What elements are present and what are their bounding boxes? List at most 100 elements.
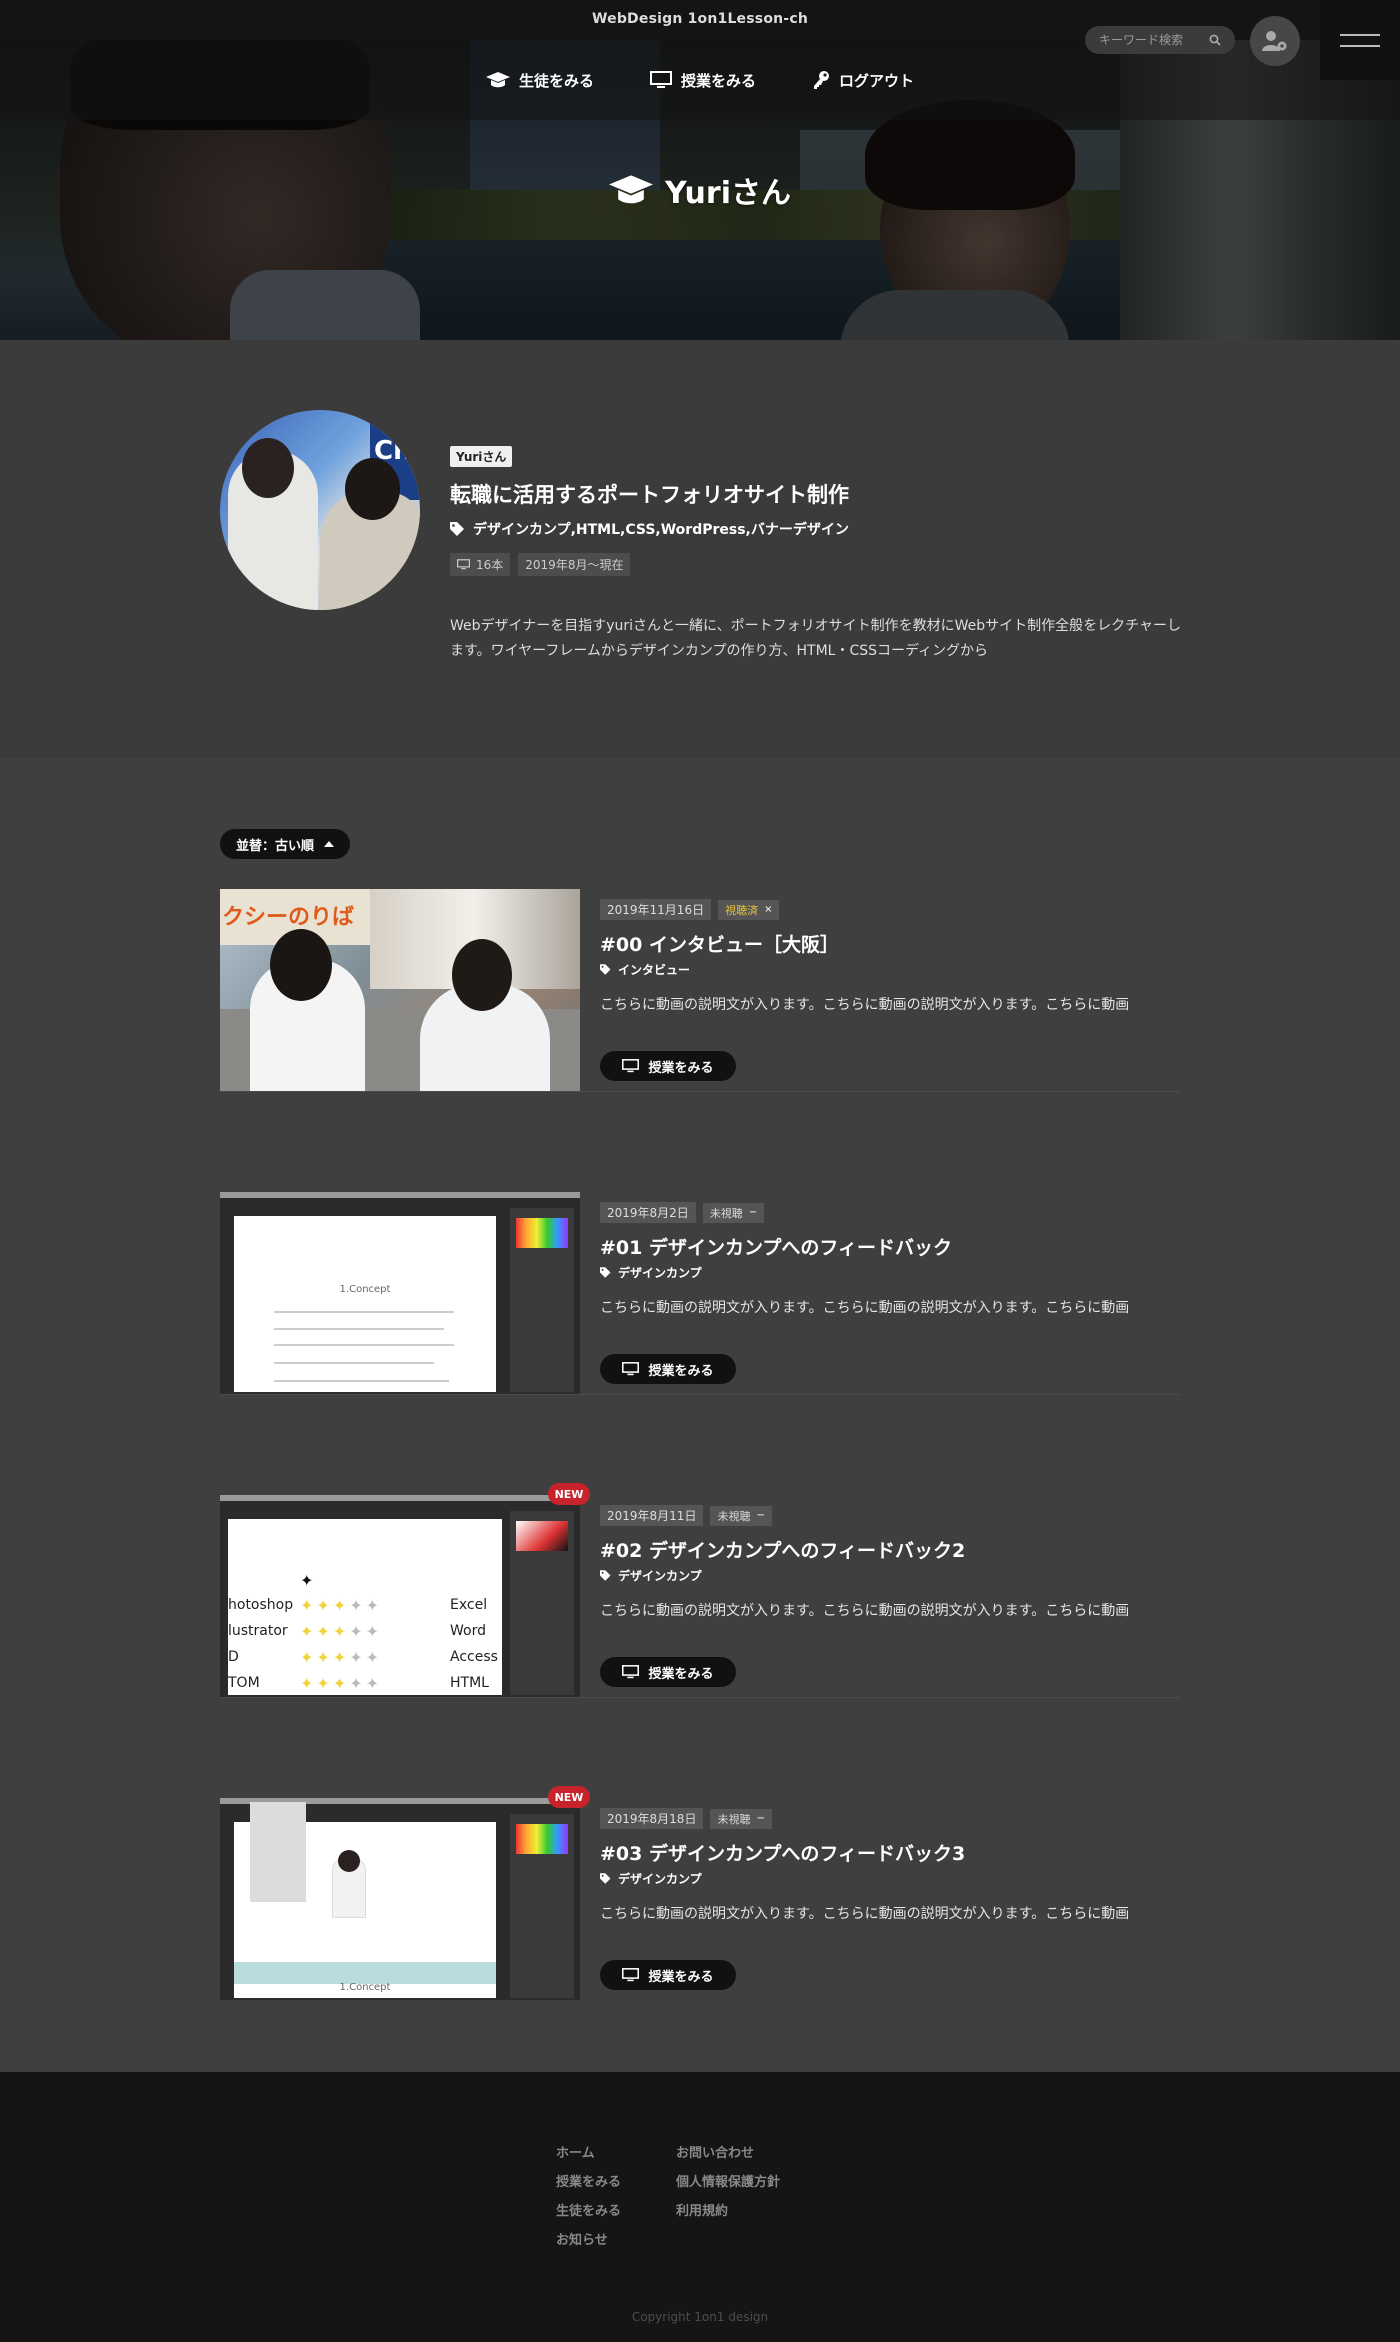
lesson-tag-text: デザインカンプ: [618, 1872, 702, 1886]
lesson-item: クシーのりば 2019年11月16日 視聴済 × #00 インタビュー［大阪］ …: [220, 889, 1180, 1092]
nav-lessons-label: 授業をみる: [680, 71, 756, 90]
lesson-info: 2019年8月18日 未視聴 − #03 デザインカンプへのフィードバック3 デ…: [600, 1808, 1190, 1923]
thumb-portrait-head: [338, 1850, 360, 1872]
skill-label: D: [228, 1649, 239, 1665]
lesson-meta: 2019年8月11日 未視聴 −: [600, 1505, 1190, 1526]
key-icon: [814, 71, 829, 89]
lesson-thumbnail[interactable]: 1.Concept: [220, 1798, 580, 2000]
search-box[interactable]: [1085, 26, 1235, 54]
sparkle-icon: ✦: [300, 1571, 317, 1590]
footer-nav-secondary: お問い合わせ 個人情報保護方針 利用規約: [676, 2142, 780, 2219]
thumb-text-line: [274, 1311, 454, 1313]
lesson-info: 2019年11月16日 視聴済 × #00 インタビュー［大阪］ インタビュー …: [600, 899, 1190, 1014]
footer-link-lessons[interactable]: 授業をみる: [556, 2171, 621, 2190]
lesson-tag-text: デザインカンプ: [618, 1569, 702, 1583]
tag-icon: [600, 1873, 611, 1884]
view-lesson-label: 授業をみる: [648, 1060, 714, 1076]
lesson-count-chip: 16本: [450, 553, 511, 576]
thumb-dropdown-menu: [250, 1802, 306, 1902]
status-label: 視聴済: [725, 903, 759, 917]
lesson-description: こちらに動画の説明文が入ります。こちらに動画の説明文が入ります。こちらに動画: [600, 1603, 1130, 1619]
lesson-meta: 2019年8月2日 未視聴 −: [600, 1202, 1190, 1223]
nav-lessons[interactable]: 授業をみる: [649, 70, 756, 91]
skill-label: hotoshop: [228, 1597, 294, 1613]
view-lesson-button[interactable]: 授業をみる: [600, 1960, 736, 1990]
view-lesson-label: 授業をみる: [648, 1363, 714, 1379]
thumb-text-line: [274, 1362, 434, 1364]
lesson-description: こちらに動画の説明文が入ります。こちらに動画の説明文が入ります。こちらに動画: [600, 1906, 1130, 1922]
search-icon[interactable]: [1209, 34, 1221, 46]
thumb-text-line: [274, 1380, 449, 1382]
lesson-date: 2019年8月11日: [600, 1505, 704, 1526]
view-lesson-label: 授業をみる: [648, 1969, 714, 1985]
skill-label: TOM: [228, 1675, 260, 1691]
lesson-title[interactable]: #03 デザインカンプへのフィードバック3: [600, 1839, 1190, 1866]
course-tags: デザインカンプ,HTML,CSS,WordPress,バナーデザイン: [450, 519, 1190, 539]
footer-link-home[interactable]: ホーム: [556, 2142, 621, 2161]
user-settings-button[interactable]: [1250, 16, 1300, 66]
footer-link-news[interactable]: お知らせ: [556, 2229, 621, 2248]
footer-link-privacy[interactable]: 個人情報保護方針: [676, 2171, 780, 2190]
lesson-title[interactable]: #02 デザインカンプへのフィードバック2: [600, 1536, 1190, 1563]
graduation-cap-icon: [485, 72, 510, 88]
lesson-title[interactable]: #00 インタビュー［大阪］: [600, 930, 1190, 957]
hamburger-menu-button[interactable]: [1320, 0, 1400, 80]
thumb-menubar: [220, 1192, 580, 1198]
footer-link-students[interactable]: 生徒をみる: [556, 2200, 621, 2219]
lesson-thumbnail[interactable]: 1.Concept: [220, 1192, 580, 1394]
lesson-thumbnail[interactable]: クシーのりば: [220, 889, 580, 1091]
nav-logout[interactable]: ログアウト: [812, 70, 914, 91]
tag-icon: [450, 522, 464, 536]
lesson-tag-text: デザインカンプ: [618, 1266, 702, 1280]
thumb-color-swatch: [516, 1824, 568, 1854]
new-badge: NEW: [548, 1786, 590, 1808]
course-meta: 16本 2019年8月〜現在: [450, 553, 1190, 576]
status-label: 未視聴: [717, 1812, 751, 1826]
hero-title-text: Yuriさん: [665, 176, 791, 211]
new-badge: NEW: [548, 1483, 590, 1505]
thumb-color-picker: [516, 1521, 568, 1551]
copyright: Copyright 1on1 design: [631, 2310, 769, 2324]
caret-up-icon: [324, 841, 335, 847]
nav-logout-label: ログアウト: [839, 71, 915, 90]
thumb-canvas: hotoshop lustrator D TOM ✦ ✦✦✦✦✦ ✦✦✦✦✦ ✦…: [228, 1519, 502, 1695]
lesson-date: 2019年8月18日: [600, 1808, 704, 1829]
course-description: Webデザイナーを目指すyuriさんと一緒に、ポートフォリオサイト制作を教材にW…: [450, 618, 1182, 659]
footer-link-contact[interactable]: お問い合わせ: [676, 2142, 780, 2161]
lesson-description: こちらに動画の説明文が入ります。こちらに動画の説明文が入ります。こちらに動画: [600, 997, 1130, 1013]
student-profile: Ch Yuriさん 転職に活用するポートフォリオサイト制作 デザインカンプ,HT…: [0, 340, 1400, 758]
monitor-icon: [622, 1665, 640, 1679]
graduation-cap-icon: [609, 175, 653, 204]
site-title[interactable]: WebDesign 1on1Lesson-ch: [0, 11, 1400, 27]
lesson-meta: 2019年11月16日 視聴済 ×: [600, 899, 1190, 920]
lesson-list-section: 並替：古い順 クシーのりば 2019年11月16日 視聴済 × #00 インタビ…: [0, 758, 1400, 2072]
view-lesson-button[interactable]: 授業をみる: [600, 1354, 736, 1384]
lesson-count: 16本: [476, 558, 504, 572]
tag-icon: [600, 1570, 611, 1581]
thumb-canvas: 1.Concept: [234, 1216, 496, 1392]
course-tags-text: デザインカンプ,HTML,CSS,WordPress,バナーデザイン: [473, 522, 849, 538]
footer-nav-primary: ホーム 授業をみる 生徒をみる お知らせ: [556, 2142, 621, 2248]
lesson-title[interactable]: #01 デザインカンプへのフィードバック: [600, 1233, 1190, 1260]
view-lesson-button[interactable]: 授業をみる: [600, 1051, 736, 1081]
lesson-tag: デザインカンプ: [600, 1870, 1190, 1887]
monitor-icon: [622, 1362, 640, 1376]
close-icon: ×: [764, 904, 773, 915]
monitor-icon: [457, 559, 470, 570]
nav-students-label: 生徒をみる: [518, 71, 594, 90]
skill-label: Access: [450, 1649, 498, 1665]
skill-label: Word: [450, 1623, 486, 1639]
nav-students[interactable]: 生徒をみる: [485, 70, 594, 91]
sort-dropdown-button[interactable]: 並替：古い順: [220, 829, 351, 859]
thumb-person-right-head: [452, 939, 512, 1011]
sort-label: 並替：古い順: [236, 838, 315, 854]
status-label: 未視聴: [709, 1206, 743, 1220]
skill-label: lustrator: [228, 1623, 288, 1639]
search-input[interactable]: [1099, 33, 1209, 47]
status-badge: 視聴済 ×: [718, 899, 780, 920]
thumb-text-line: [274, 1344, 454, 1346]
footer-link-terms[interactable]: 利用規約: [676, 2200, 780, 2219]
lesson-thumbnail[interactable]: hotoshop lustrator D TOM ✦ ✦✦✦✦✦ ✦✦✦✦✦ ✦…: [220, 1495, 580, 1697]
view-lesson-button[interactable]: 授業をみる: [600, 1657, 736, 1687]
student-name-tag: Yuriさん: [450, 446, 513, 467]
